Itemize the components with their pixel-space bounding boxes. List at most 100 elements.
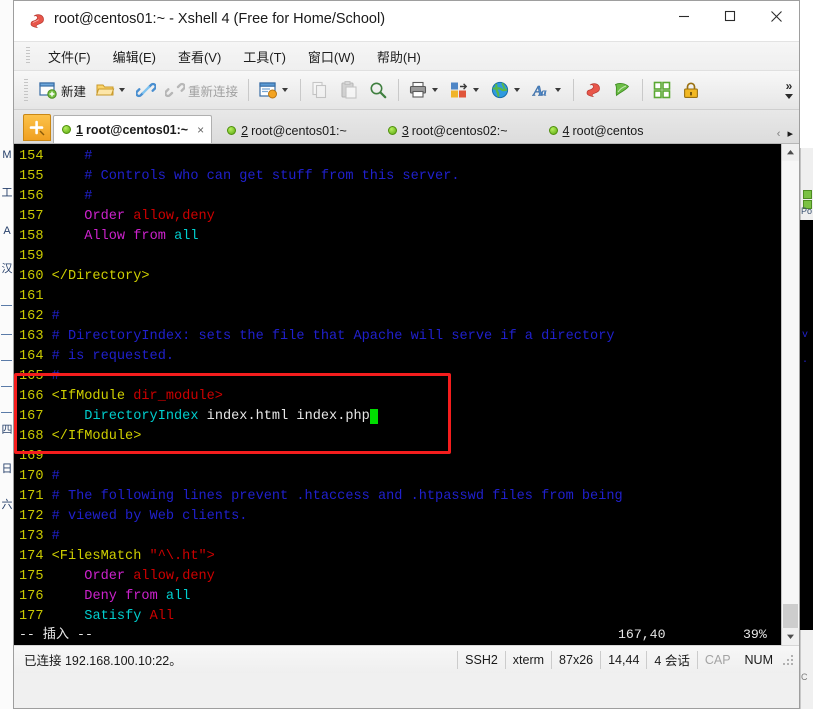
transfer-button[interactable] [445, 75, 485, 105]
terminal-scrollbar[interactable] [781, 144, 799, 645]
terminal-line: 163 # DirectoryIndex: sets the file that… [14, 327, 781, 347]
resize-grip[interactable] [782, 652, 796, 667]
browser-caret-icon[interactable] [514, 88, 521, 92]
menu-bar: 文件(F) 编辑(E) 查看(V) 工具(T) 窗口(W) 帮助(H) [14, 42, 799, 71]
line-number: 177 [19, 609, 52, 624]
toolbar-overflow-label: » [785, 79, 793, 93]
open-folder-button[interactable] [91, 75, 131, 105]
menubar-grip[interactable] [26, 47, 30, 65]
print-caret-icon[interactable] [432, 88, 439, 92]
terminal-line: 162 # [14, 307, 781, 327]
arrange-button[interactable] [648, 75, 676, 105]
find-button[interactable] [364, 75, 392, 105]
line-number: 176 [19, 589, 52, 604]
new-session-button[interactable]: 新建 [34, 75, 90, 105]
code-token: # The following lines prevent .htaccess … [51, 489, 623, 504]
browser-button[interactable] [486, 75, 526, 105]
new-tab-button[interactable] [23, 114, 51, 141]
bg-rule [1, 386, 12, 387]
code-token: Satisfy [84, 609, 142, 624]
bg-glyph: 四 [1, 424, 13, 436]
tab-session-4[interactable]: 4 root@centos [540, 117, 652, 143]
open-folder-caret-icon[interactable] [119, 88, 126, 92]
maximize-button[interactable] [707, 1, 753, 31]
terminal-line: 157 Order allow,deny [14, 207, 781, 227]
print-button[interactable] [404, 75, 444, 105]
status-bar: 已连接 192.168.100.10:22。 SSH2 xterm 87x26 … [14, 645, 799, 673]
code-token: <IfModule [51, 389, 126, 404]
toolbar-grip[interactable] [24, 79, 28, 101]
tab-scroll-left-button[interactable]: ‹ [774, 128, 784, 140]
xshell-button[interactable] [579, 75, 607, 105]
xftp-button[interactable] [608, 75, 636, 105]
font-button[interactable]: A a [527, 75, 567, 105]
connect-button[interactable] [132, 75, 160, 105]
paste-button[interactable] [335, 75, 363, 105]
terminal-size-indicator: 87x26 [559, 652, 594, 667]
terminal-line: 168 </IfModule> [14, 427, 781, 447]
code-token: # [51, 529, 60, 544]
code-token: Order [84, 209, 126, 224]
bg-glyph: A [3, 225, 11, 237]
terminal-lines: 154 #155 # Controls who can get stuff fr… [14, 147, 781, 645]
session-manager-caret-icon[interactable] [282, 88, 289, 92]
code-token: allow,deny [133, 209, 215, 224]
protocol-indicator: SSH2 [465, 652, 498, 667]
bg-cap-text: C [801, 672, 808, 682]
tab-close-icon[interactable]: × [197, 123, 204, 137]
reconnect-button[interactable]: 重新连接 [161, 75, 242, 105]
menu-file[interactable]: 文件(F) [38, 44, 101, 69]
bg-code-sliver: v [802, 330, 809, 341]
session-manager-button[interactable] [254, 75, 294, 105]
title-bar[interactable]: root@centos01:~ - Xshell 4 (Free for Hom… [14, 1, 799, 42]
bg-text: Po [801, 206, 813, 216]
close-button[interactable] [753, 1, 799, 31]
scrollbar-track[interactable] [782, 161, 799, 628]
tab-number: 1 [76, 122, 83, 137]
terminal-screen[interactable]: 154 #155 # Controls who can get stuff fr… [14, 144, 781, 645]
tab-session-1[interactable]: 1 root@centos01:~ × [53, 115, 213, 143]
scrollbar-up-button[interactable] [782, 144, 799, 161]
menu-help[interactable]: 帮助(H) [367, 44, 431, 69]
terminal-line: 155 # Controls who can get stuff from th… [14, 167, 781, 187]
line-number: 165 [19, 369, 52, 384]
menu-edit[interactable]: 编辑(E) [103, 44, 166, 69]
line-number: 162 [19, 309, 52, 324]
tile-windows-icon [653, 81, 671, 99]
caps-lock-indicator: CAP [704, 652, 731, 667]
code-token: # [84, 189, 93, 204]
scrollbar-down-button[interactable] [782, 628, 799, 645]
terminal-line: 170 # [14, 467, 781, 487]
tab-label: root@centos01:~ [85, 122, 189, 137]
code-token: # DirectoryIndex: sets the file that Apa… [51, 329, 615, 344]
menu-tools[interactable]: 工具(T) [233, 44, 296, 69]
toolbar-overflow-button[interactable]: » [781, 73, 797, 107]
bg-glyph: M [2, 149, 12, 161]
menu-view[interactable]: 查看(V) [168, 44, 231, 69]
menu-window[interactable]: 窗口(W) [298, 44, 365, 69]
new-tab-plus-icon [29, 120, 45, 135]
magnifier-icon [370, 82, 387, 99]
minimize-button[interactable] [661, 1, 707, 31]
line-number: 164 [19, 349, 52, 364]
lock-button[interactable] [677, 75, 705, 105]
cursor-position-indicator: 14,44 [608, 652, 640, 667]
line-number: 167 [19, 409, 52, 424]
terminal-line: 173 # [14, 527, 781, 547]
font-caret-icon[interactable] [555, 88, 562, 92]
connection-status-dot [227, 126, 237, 135]
code-token: # viewed by Web clients. [51, 509, 248, 524]
tab-session-3[interactable]: 3 root@centos02:~ [379, 117, 516, 143]
connection-status-dot [548, 126, 558, 135]
scrollbar-thumb[interactable] [783, 604, 798, 628]
tab-session-2[interactable]: 2 root@centos01:~ [218, 117, 355, 143]
tab-number: 3 [401, 123, 409, 138]
toolbar-separator [573, 79, 575, 101]
transfer-caret-icon[interactable] [473, 88, 480, 92]
tab-scroll-right-button[interactable]: ▸ [783, 127, 797, 140]
copy-button[interactable] [306, 75, 334, 105]
vim-cursor-position: 167,40 [618, 627, 666, 642]
new-window-icon [39, 82, 57, 99]
terminal-line: 175 Order allow,deny [14, 567, 781, 587]
